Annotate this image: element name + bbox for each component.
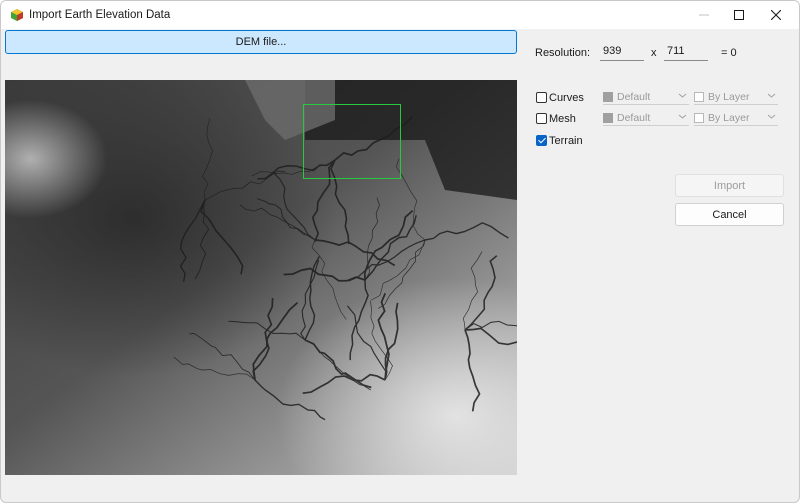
curves-layer-value: By Layer [708, 90, 750, 103]
mesh-layer-value: By Layer [708, 111, 750, 124]
color-swatch [603, 91, 613, 102]
chevron-down-icon [678, 93, 687, 98]
title-bar: Import Earth Elevation Data [1, 1, 799, 29]
elevation-preview-image[interactable] [5, 80, 517, 475]
resolution-x-label: x [651, 47, 657, 59]
mesh-label: Mesh [549, 113, 576, 125]
close-icon [771, 10, 781, 20]
curves-label: Curves [549, 92, 584, 104]
cancel-button[interactable]: Cancel [675, 203, 784, 226]
dem-file-button[interactable]: DEM file... [5, 30, 517, 54]
mesh-color-value: Default [617, 111, 651, 124]
import-button[interactable]: Import [675, 174, 784, 197]
layer-box-icon [694, 112, 704, 123]
layer-box-icon [694, 91, 704, 102]
curves-color-value: Default [617, 90, 651, 103]
minimize-icon [699, 14, 709, 16]
chevron-down-icon [767, 114, 776, 119]
selection-rectangle[interactable] [303, 104, 401, 179]
resolution-width-field[interactable]: 939 [600, 45, 644, 61]
chevron-down-icon [767, 93, 776, 98]
window-title: Import Earth Elevation Data [29, 9, 171, 21]
import-elevation-dialog: Import Earth Elevation Data DEM file... [0, 0, 800, 503]
curves-layer-select[interactable]: By Layer [694, 89, 778, 105]
resolution-height-field[interactable]: 711 [664, 45, 708, 61]
resolution-label: Resolution: [535, 47, 591, 59]
resolution-result: = 0 [721, 47, 737, 59]
color-swatch [603, 112, 613, 123]
chevron-down-icon [678, 114, 687, 119]
mesh-checkbox[interactable] [536, 113, 547, 124]
mesh-color-select[interactable]: Default [603, 110, 689, 126]
terrain-checkbox[interactable] [536, 135, 547, 146]
curves-checkbox[interactable] [536, 92, 547, 103]
app-logo-icon [11, 9, 23, 21]
close-button[interactable] [753, 1, 799, 29]
curves-color-select[interactable]: Default [603, 89, 689, 105]
mesh-layer-select[interactable]: By Layer [694, 110, 778, 126]
maximize-icon [734, 10, 744, 20]
terrain-label: Terrain [549, 135, 583, 147]
